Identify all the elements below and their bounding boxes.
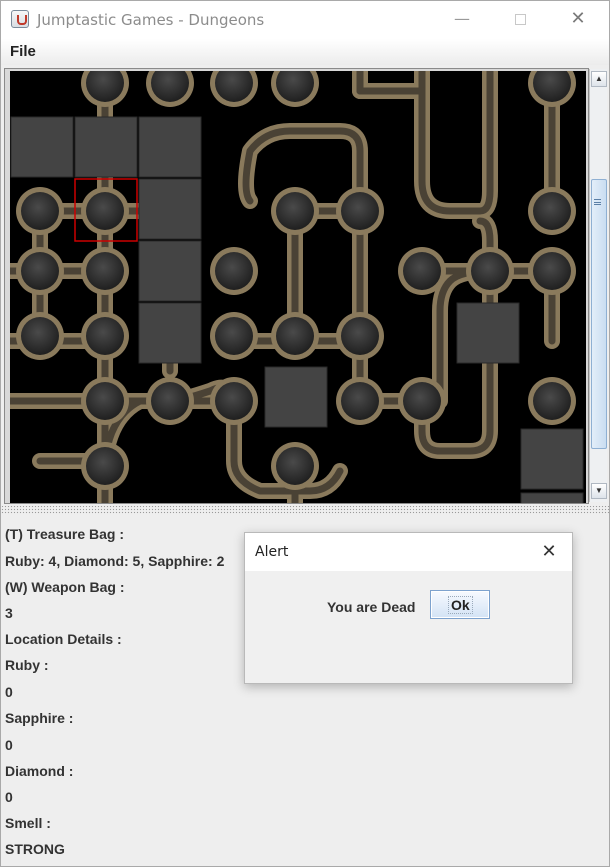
treasure-bag-value: Ruby: 4, Diamond: 5, Sapphire: 2 bbox=[5, 553, 225, 569]
diamond-value: 0 bbox=[5, 789, 13, 805]
tunnel-inner-29 bbox=[418, 71, 494, 215]
unexplored-room-3 bbox=[138, 178, 202, 240]
scrollbar-thumb[interactable] bbox=[591, 179, 607, 449]
smell-label: Smell : bbox=[5, 815, 51, 831]
cave-node-17 bbox=[86, 317, 124, 355]
cave-node-15 bbox=[533, 252, 571, 290]
sapphire-value: 0 bbox=[5, 737, 13, 753]
ok-button-label: Ok bbox=[448, 596, 473, 614]
minimize-button[interactable]: — bbox=[439, 1, 485, 39]
maximize-icon bbox=[514, 14, 526, 25]
window-title: Jumptastic Games - Dungeons bbox=[37, 11, 265, 29]
unexplored-room-7 bbox=[456, 302, 520, 364]
menu-bar: File bbox=[1, 39, 609, 65]
smell-value: STRONG bbox=[5, 841, 65, 857]
cave-node-16 bbox=[21, 317, 59, 355]
unexplored-room-0 bbox=[10, 116, 74, 178]
alert-dialog: Alert ✕ You are Dead Ok bbox=[244, 532, 573, 684]
menu-file[interactable]: File bbox=[10, 43, 36, 60]
cave-node-18 bbox=[215, 317, 253, 355]
title-bar: Jumptastic Games - Dungeons — ✕ bbox=[1, 1, 609, 39]
unexplored-room-8 bbox=[520, 428, 584, 490]
ruby-label: Ruby : bbox=[5, 657, 49, 673]
alert-close-button[interactable]: ✕ bbox=[535, 539, 563, 565]
split-pane-divider[interactable] bbox=[1, 506, 609, 514]
diamond-label: Diamond : bbox=[5, 763, 74, 779]
cave-node-6 bbox=[86, 192, 124, 230]
unexplored-room-1 bbox=[74, 116, 138, 178]
cave-node-14 bbox=[471, 252, 509, 290]
alert-title-bar: Alert ✕ bbox=[245, 533, 572, 571]
ok-button[interactable]: Ok bbox=[430, 590, 490, 619]
alert-message: You are Dead bbox=[327, 599, 416, 615]
unexplored-room-5 bbox=[138, 302, 202, 364]
cave-node-25 bbox=[403, 382, 441, 420]
unexplored-room-9 bbox=[520, 492, 584, 503]
cave-node-21 bbox=[86, 382, 124, 420]
weapon-bag-label: (W) Weapon Bag : bbox=[5, 579, 125, 595]
map-scroll-pane bbox=[4, 68, 589, 504]
ruby-value: 0 bbox=[5, 684, 13, 700]
maximize-button[interactable] bbox=[497, 1, 543, 39]
sapphire-label: Sapphire : bbox=[5, 710, 74, 726]
cave-node-9 bbox=[533, 192, 571, 230]
scroll-down-button[interactable]: ▼ bbox=[591, 483, 607, 499]
map-vertical-scrollbar[interactable]: ▲ ▼ bbox=[589, 69, 607, 502]
location-details-label: Location Details : bbox=[5, 631, 122, 647]
alert-title: Alert bbox=[255, 544, 289, 560]
cave-node-20 bbox=[341, 317, 379, 355]
cave-node-10 bbox=[21, 252, 59, 290]
cave-node-19 bbox=[276, 317, 314, 355]
unexplored-room-4 bbox=[138, 240, 202, 302]
cave-node-23 bbox=[215, 382, 253, 420]
unexplored-room-2 bbox=[138, 116, 202, 178]
cave-node-28 bbox=[276, 447, 314, 485]
unexplored-room-6 bbox=[264, 366, 328, 428]
dungeon-map-canvas bbox=[10, 71, 584, 503]
scroll-up-button[interactable]: ▲ bbox=[591, 71, 607, 87]
cave-node-26 bbox=[533, 382, 571, 420]
dungeon-map[interactable] bbox=[10, 71, 586, 503]
cave-node-5 bbox=[21, 192, 59, 230]
cave-node-24 bbox=[341, 382, 379, 420]
java-app-icon bbox=[11, 10, 29, 28]
close-button[interactable]: ✕ bbox=[555, 1, 601, 39]
cave-node-13 bbox=[403, 252, 441, 290]
cave-node-27 bbox=[86, 447, 124, 485]
scrollbar-grip-icon bbox=[594, 199, 601, 205]
cave-node-11 bbox=[86, 252, 124, 290]
cave-node-22 bbox=[151, 382, 189, 420]
cave-node-7 bbox=[276, 192, 314, 230]
cave-node-8 bbox=[341, 192, 379, 230]
treasure-bag-label: (T) Treasure Bag : bbox=[5, 526, 125, 542]
tunnel-outer-29 bbox=[414, 71, 498, 219]
weapon-bag-value: 3 bbox=[5, 605, 13, 621]
game-window: Jumptastic Games - Dungeons — ✕ File ▲ ▼… bbox=[0, 0, 610, 867]
cave-node-12 bbox=[215, 252, 253, 290]
